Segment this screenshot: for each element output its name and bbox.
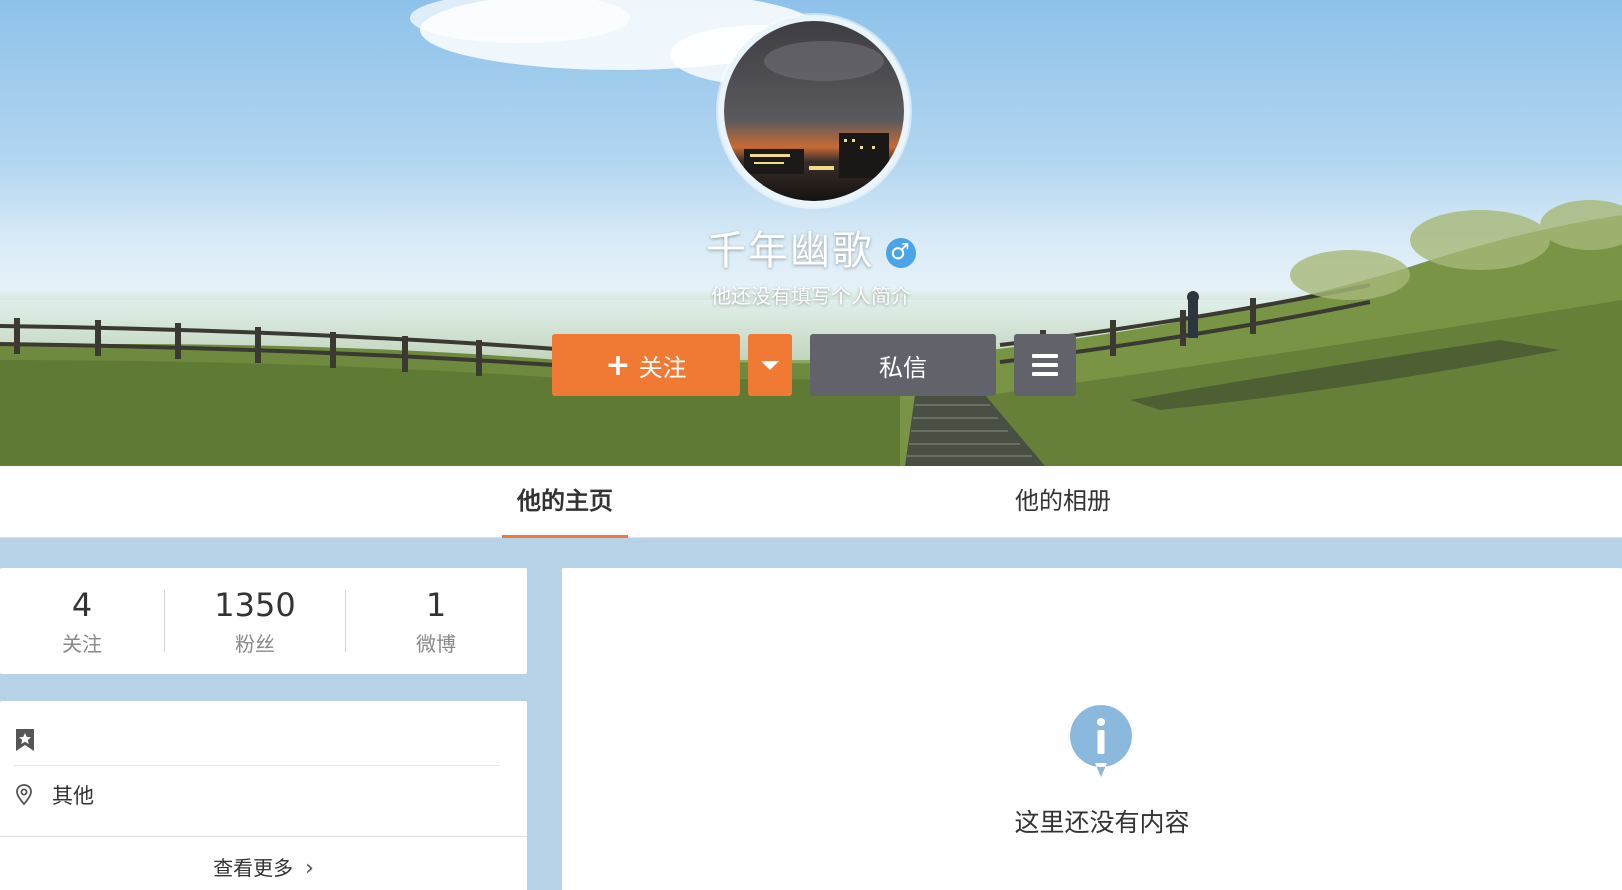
stats-card: 4 关注 1350 粉丝 1 微博 (0, 568, 527, 674)
stat-value: 4 (71, 586, 93, 624)
follow-dropdown-button[interactable] (748, 334, 792, 396)
message-button[interactable]: 私信 (810, 334, 996, 396)
view-more-link[interactable]: 查看更多 › (0, 852, 527, 881)
message-label: 私信 (879, 353, 927, 382)
stat-following[interactable]: 4 关注 (0, 568, 164, 674)
divider (0, 836, 527, 837)
tab-home[interactable]: 他的主页 (502, 466, 628, 538)
follow-button[interactable]: + 关注 (552, 334, 740, 396)
profile-bio: 他还没有填写个人简介 (711, 284, 911, 308)
cover-banner: 千年幽歌 ♂ 他还没有填写个人简介 + 关注 私信 (0, 0, 1622, 466)
stat-value: 1 (425, 586, 447, 624)
bookmark-star-icon (16, 729, 34, 751)
info-row-badge (14, 728, 36, 752)
divider (14, 765, 500, 766)
info-icon (1069, 705, 1132, 777)
plus-icon: + (605, 347, 631, 383)
male-icon: ♂ (886, 238, 916, 268)
tab-album[interactable]: 他的相册 (1000, 466, 1126, 538)
profile-name: 千年幽歌 (706, 228, 874, 274)
stat-followers[interactable]: 1350 粉丝 (165, 568, 345, 674)
empty-state-text: 这里还没有内容 (1014, 808, 1190, 837)
chevron-right-icon: › (305, 856, 314, 881)
caret-down-icon (761, 360, 779, 370)
stat-label: 微博 (416, 632, 456, 656)
location-pin-icon (16, 784, 32, 806)
avatar[interactable] (718, 15, 910, 207)
location-text: 其他 (52, 784, 94, 808)
follow-label: 关注 (638, 353, 687, 382)
view-more-label: 查看更多 (213, 856, 294, 880)
stat-weibo[interactable]: 1 微博 (346, 568, 526, 674)
stat-label: 关注 (62, 632, 102, 656)
info-row-location: 其他 (14, 780, 94, 810)
menu-icon-bar (1032, 372, 1058, 376)
stat-label: 粉丝 (235, 632, 275, 656)
more-menu-button[interactable] (1014, 334, 1076, 396)
menu-icon-bar (1032, 354, 1058, 358)
stat-value: 1350 (214, 586, 296, 624)
menu-icon-bar (1032, 363, 1058, 367)
profile-name-row: 千年幽歌 ♂ (0, 218, 1622, 276)
avatar-image (724, 21, 904, 201)
profile-tabs: 他的主页 他的相册 (0, 466, 1622, 538)
